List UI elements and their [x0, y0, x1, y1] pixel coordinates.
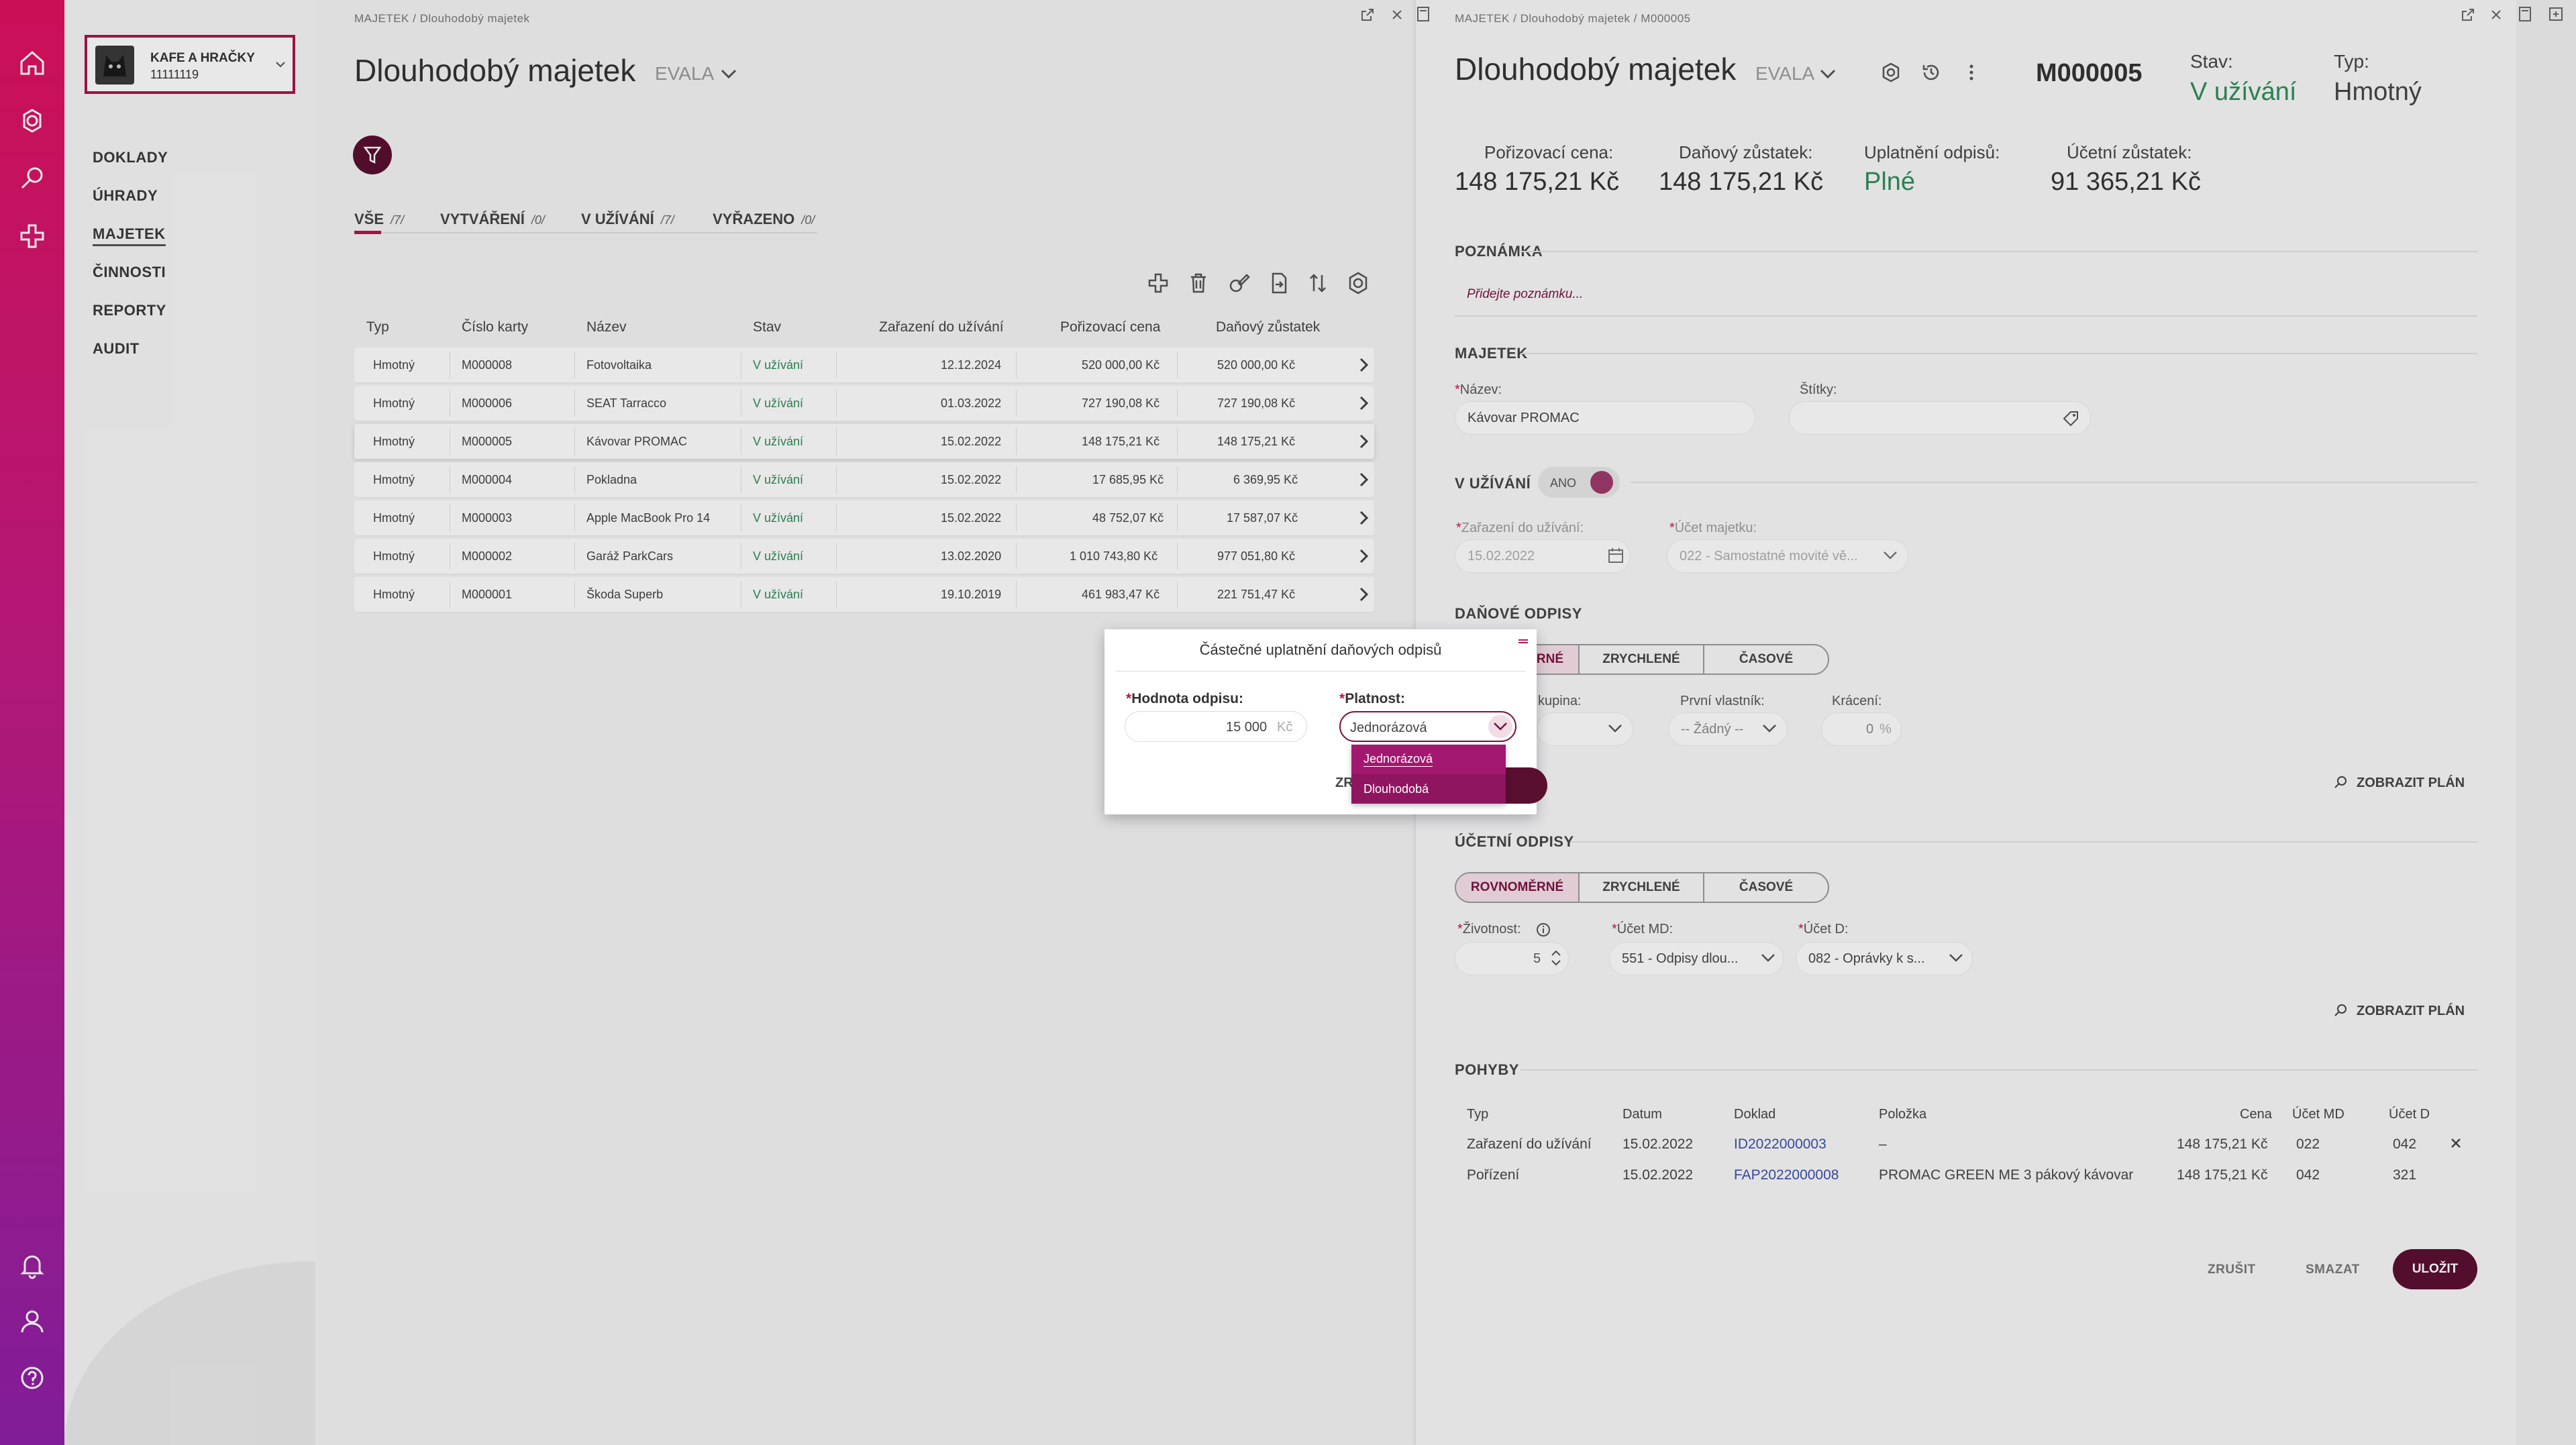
hidden-button-fragment[interactable]: ZR: [1335, 775, 1353, 791]
dropdown-option-selected[interactable]: Jednorázová: [1351, 745, 1506, 774]
field-label: *Platnost:: [1339, 691, 1406, 706]
chevron-down-icon[interactable]: [1488, 715, 1512, 738]
partial-depreciation-dialog: Částečné uplatnění daňových odpisů *Hodn…: [1104, 629, 1547, 814]
field-label: *Hodnota odpisu:: [1126, 691, 1243, 706]
modal-backdrop: [1416, 0, 2576, 1445]
validity-value: Jednorázová: [1350, 720, 1427, 735]
close-icon[interactable]: [1515, 635, 1531, 651]
validity-dropdown: Jednorázová Dlouhodobá: [1351, 745, 1506, 804]
validity-select[interactable]: Jednorázová: [1339, 711, 1516, 742]
amount-unit: Kč: [1277, 720, 1293, 735]
dropdown-option[interactable]: Dlouhodobá: [1351, 774, 1506, 804]
dialog-title: Částečné uplatnění daňových odpisů: [1199, 641, 1442, 658]
amount-input[interactable]: 15 000 Kč: [1125, 711, 1307, 742]
divider: [1115, 671, 1526, 672]
amount-value: 15 000: [1226, 720, 1268, 735]
